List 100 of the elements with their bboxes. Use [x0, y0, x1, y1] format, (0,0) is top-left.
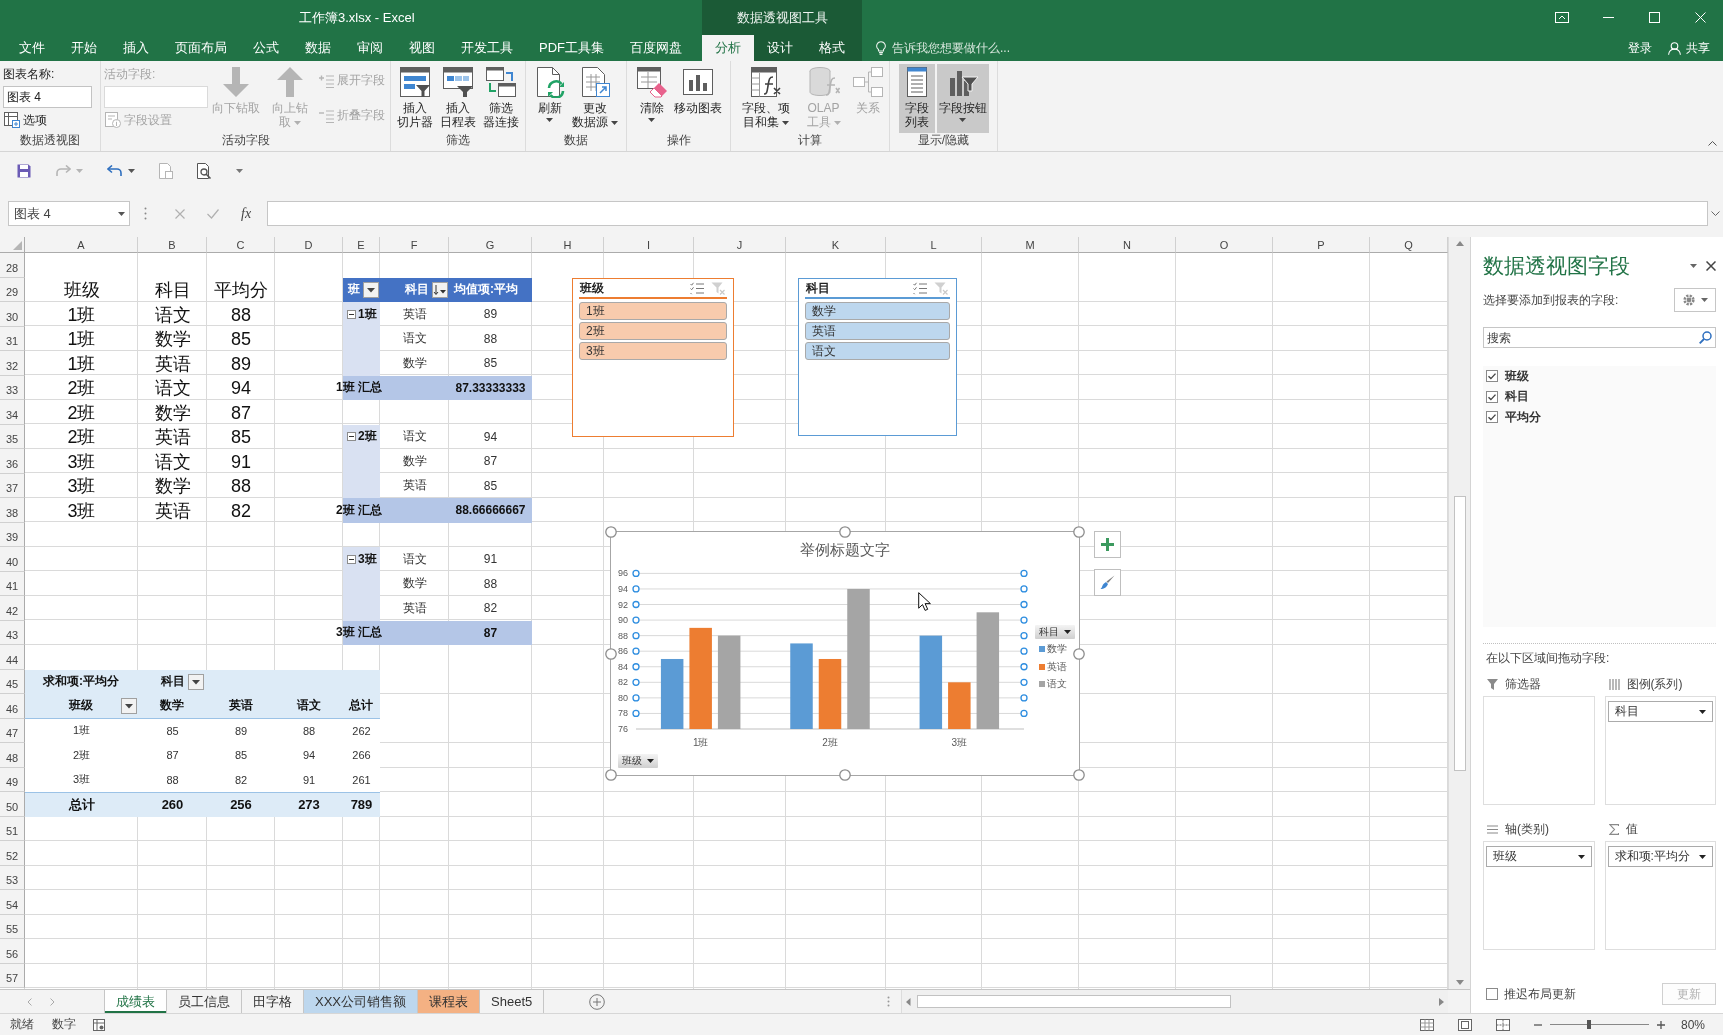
chevron-down-icon[interactable] [1711, 211, 1720, 216]
row-header[interactable]: 43 [0, 620, 25, 645]
caret-icon[interactable] [648, 118, 655, 122]
column-header[interactable]: G [449, 237, 532, 253]
row-header[interactable]: 51 [0, 816, 25, 841]
row-header[interactable]: 55 [0, 914, 25, 939]
field-name[interactable]: 班级 [1505, 367, 1529, 385]
row-header[interactable]: 49 [0, 767, 25, 792]
resize-handle-icon[interactable] [1073, 647, 1085, 660]
resize-handle-icon[interactable] [1073, 769, 1085, 781]
share-button[interactable]: 共享 [1668, 39, 1710, 57]
filter-connections-button[interactable]: 筛选器连接 [480, 64, 522, 133]
minus-box-icon[interactable] [347, 432, 356, 442]
checklist-icon[interactable] [690, 282, 704, 295]
zoom-level[interactable]: 80% [1680, 1017, 1705, 1032]
row-header[interactable]: 32 [0, 351, 25, 376]
checkbox[interactable] [1486, 390, 1498, 403]
caret-icon[interactable] [959, 118, 966, 122]
field-list-button[interactable]: 字段列表 [898, 64, 935, 133]
caret-icon[interactable] [118, 211, 125, 216]
select-all-button[interactable] [0, 237, 25, 253]
sort-arrow-dropdown-icon[interactable] [432, 281, 448, 298]
resize-handle-icon[interactable] [605, 647, 617, 660]
row-header[interactable]: 35 [0, 424, 25, 449]
column-header[interactable]: J [694, 237, 786, 253]
column-header[interactable]: P [1273, 237, 1370, 253]
scroll-right-icon[interactable] [1439, 997, 1444, 1006]
area-field-button[interactable]: 班级 [1486, 846, 1592, 867]
row-header[interactable]: 54 [0, 890, 25, 915]
fields-items-sets-button[interactable]: 字段、项目和集 [734, 64, 797, 133]
field-name[interactable]: 科目 [1505, 388, 1529, 406]
column-header[interactable]: F [380, 237, 449, 253]
column-header[interactable]: L [886, 237, 982, 253]
name-box[interactable]: 图表 4 [8, 201, 130, 226]
resize-handle-icon[interactable] [605, 526, 617, 538]
row-header[interactable]: 31 [0, 326, 25, 351]
row-header[interactable]: 29 [0, 277, 25, 302]
sign-in-link[interactable]: 登录 [1628, 39, 1652, 57]
checkbox[interactable] [1486, 370, 1498, 383]
sheet-tab[interactable]: XXX公司销售额 [304, 990, 418, 1013]
slicer-item[interactable]: 2班 [579, 322, 727, 340]
chevron-right-icon[interactable] [50, 997, 55, 1006]
caret-icon[interactable] [647, 759, 654, 763]
caret-icon[interactable] [781, 120, 789, 125]
row-header[interactable]: 53 [0, 865, 25, 890]
row-header[interactable]: 56 [0, 939, 25, 964]
page-frame-icon[interactable] [1457, 1018, 1472, 1031]
ribbon-tab[interactable]: 分析 [702, 35, 754, 61]
row-header[interactable]: 40 [0, 547, 25, 572]
formula-input[interactable] [267, 201, 1708, 226]
refresh-button[interactable]: 刷新 [531, 64, 568, 133]
checkmark-icon[interactable] [207, 208, 219, 219]
slicer-item[interactable]: 3班 [579, 342, 727, 360]
slider-thumb[interactable] [1586, 1020, 1591, 1029]
close-icon[interactable] [1706, 261, 1716, 271]
row-header[interactable]: 30 [0, 302, 25, 327]
column-header[interactable]: E [343, 237, 380, 253]
column-header[interactable]: M [982, 237, 1079, 253]
minus-box-icon[interactable] [347, 309, 356, 319]
column-header[interactable]: Q [1370, 237, 1448, 253]
row-header[interactable]: 57 [0, 963, 25, 988]
resize-handle-icon[interactable] [1073, 526, 1085, 538]
sheet-tab[interactable]: 课程表 [418, 990, 480, 1013]
tell-me-field[interactable]: 告诉我您想要做什么... [892, 41, 1042, 55]
row-header[interactable]: 36 [0, 449, 25, 474]
chevron-left-icon[interactable] [27, 997, 32, 1006]
scrollbar-thumb[interactable] [1453, 496, 1466, 771]
minus-icon[interactable] [1533, 1023, 1542, 1026]
column-header[interactable]: A [25, 237, 138, 253]
row-header[interactable]: 34 [0, 400, 25, 425]
checkbox[interactable] [1486, 988, 1498, 1000]
axis-field-button[interactable]: 班级 [618, 754, 658, 768]
clear-button[interactable]: 清除 [633, 64, 670, 133]
tools-button[interactable] [1674, 288, 1716, 312]
chart-elements-button[interactable] [1094, 531, 1121, 558]
slicer-item[interactable]: 英语 [805, 322, 950, 340]
search-field[interactable]: 搜索 [1483, 327, 1716, 348]
caret-icon[interactable] [611, 120, 618, 125]
column-header[interactable]: N [1079, 237, 1176, 253]
row-header[interactable]: 38 [0, 498, 25, 523]
text-field[interactable]: 图表 4 [3, 86, 92, 108]
slicer-item[interactable]: 语文 [805, 342, 950, 360]
legend-field-button[interactable]: 科目 [1035, 625, 1075, 639]
checkbox[interactable] [1486, 411, 1498, 424]
caret-icon[interactable] [546, 118, 553, 122]
column-header[interactable]: B [138, 237, 207, 253]
row-header[interactable]: 33 [0, 375, 25, 400]
row-header[interactable]: 41 [0, 571, 25, 596]
chevron-up-icon[interactable] [1708, 141, 1717, 146]
caret-icon[interactable] [1699, 709, 1706, 714]
area-field-button[interactable]: 求和项:平均分 [1607, 846, 1713, 867]
column-header[interactable]: I [604, 237, 694, 253]
slicer-item[interactable]: 1班 [579, 302, 727, 320]
scrollbar-thumb[interactable] [917, 995, 1231, 1008]
row-header[interactable]: 39 [0, 522, 25, 547]
resize-handle-icon[interactable] [839, 769, 851, 781]
column-header[interactable]: C [207, 237, 275, 253]
field-name[interactable]: 平均分 [1505, 408, 1541, 426]
options-button[interactable]: 选项 [3, 110, 92, 130]
move-chart-button[interactable]: 移动图表 [671, 64, 724, 133]
